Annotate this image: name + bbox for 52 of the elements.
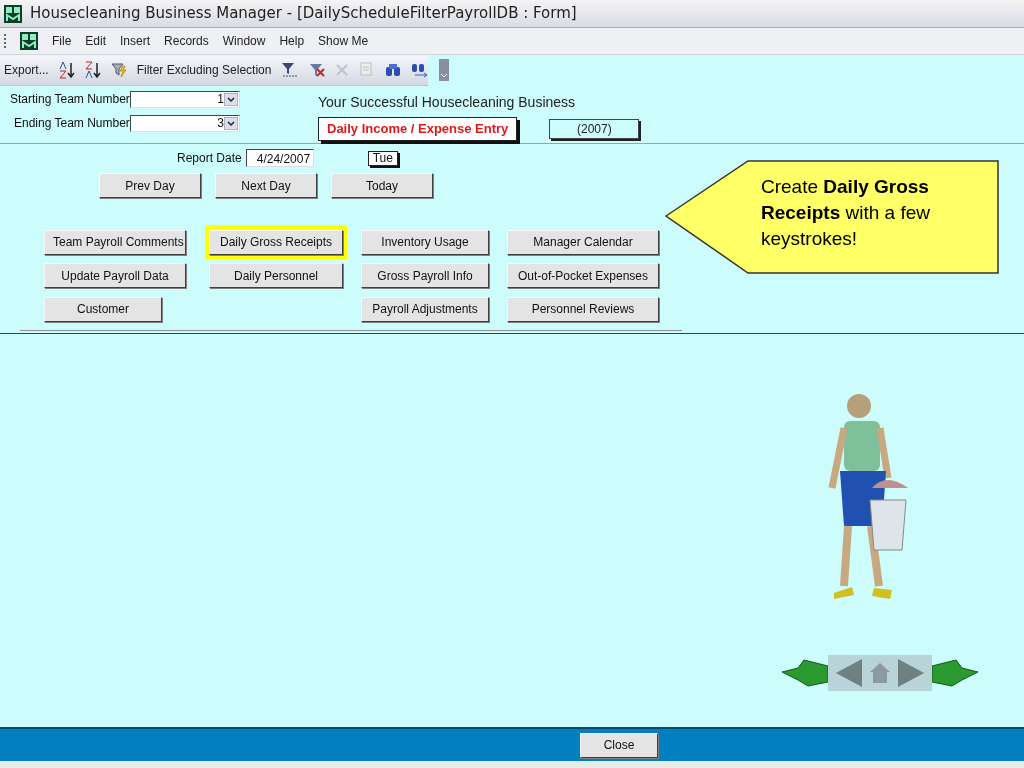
dropdown-arrow-icon[interactable] (224, 92, 238, 106)
filter-icon[interactable] (281, 62, 300, 78)
form-button[interactable]: Payroll Adjustments (361, 296, 489, 322)
dropdown-value: 3 (217, 115, 224, 132)
form-button[interactable]: Gross Payroll Info (361, 263, 489, 288)
next-arrow-icon[interactable] (898, 659, 924, 687)
dropdown-arrow-icon[interactable] (224, 116, 238, 130)
menu-item[interactable]: Records (164, 32, 209, 50)
field-label: Starting Team Number (10, 91, 130, 108)
app-logo-icon (4, 4, 22, 23)
filter-lightning-icon[interactable] (110, 62, 127, 78)
binoculars-arrow-icon[interactable] (411, 62, 430, 78)
form-button[interactable]: Customer (44, 296, 162, 322)
overflow-chevron-icon[interactable] (439, 59, 450, 81)
field-label: Report Date (177, 150, 242, 167)
menu-item[interactable]: Edit (85, 32, 107, 50)
form-button[interactable]: Daily Gross Receipts (209, 229, 343, 255)
team-number-dropdown[interactable]: 3 (130, 114, 240, 132)
form-button[interactable]: Manager Calendar (507, 229, 659, 255)
filter-excluding-selection-button[interactable]: Filter Excluding Selection (136, 61, 272, 79)
sort-ascending-icon[interactable] (58, 61, 75, 79)
previous-arrow-icon[interactable] (836, 659, 862, 687)
sort-descending-icon[interactable] (84, 61, 101, 79)
day-button[interactable]: Next Day (215, 173, 317, 198)
form-button[interactable]: Out-of-Pocket Expenses (507, 263, 659, 288)
business-heading: Your Successful Housecleaning Business (318, 93, 576, 112)
close-button[interactable]: Close (580, 732, 658, 758)
form-button[interactable]: Daily Personnel (209, 263, 343, 288)
form-button[interactable]: Update Payroll Data (44, 263, 186, 288)
remove-filter-icon[interactable] (309, 62, 326, 78)
dropdown-value: 1 (217, 91, 224, 108)
export-button[interactable]: Export... (4, 61, 49, 79)
field-label: Ending Team Number (13, 115, 130, 132)
callout-text: Create Daily Gross Receipts with a few keystrokes! (761, 175, 931, 251)
form-button[interactable]: Personnel Reviews (507, 296, 659, 322)
menu-item[interactable]: Insert (120, 32, 151, 50)
day-button[interactable]: Prev Day (99, 173, 201, 198)
window-title: Housecleaning Business Manager - [DailyScheduleFilterPayrollDB : Form] (30, 3, 577, 25)
form-button[interactable]: Team Payroll Comments (44, 229, 186, 255)
menu-item[interactable]: Help (279, 32, 305, 50)
report-date-field[interactable]: 4/24/2007 (245, 149, 314, 167)
team-number-dropdown[interactable]: 1 (130, 90, 240, 108)
form-title: Daily Income / Expense Entry (318, 117, 518, 141)
menu-item[interactable]: Show Me (318, 32, 369, 50)
menu-item[interactable]: Window (222, 32, 266, 50)
form-button[interactable]: Inventory Usage (361, 229, 489, 255)
binoculars-icon[interactable] (385, 62, 402, 78)
app-logo-icon (20, 32, 38, 50)
menu-item[interactable]: File (52, 32, 72, 50)
day-button[interactable]: Today (331, 173, 433, 198)
year-label: (2007) (549, 118, 640, 139)
weekday-label: Tue (367, 150, 398, 166)
